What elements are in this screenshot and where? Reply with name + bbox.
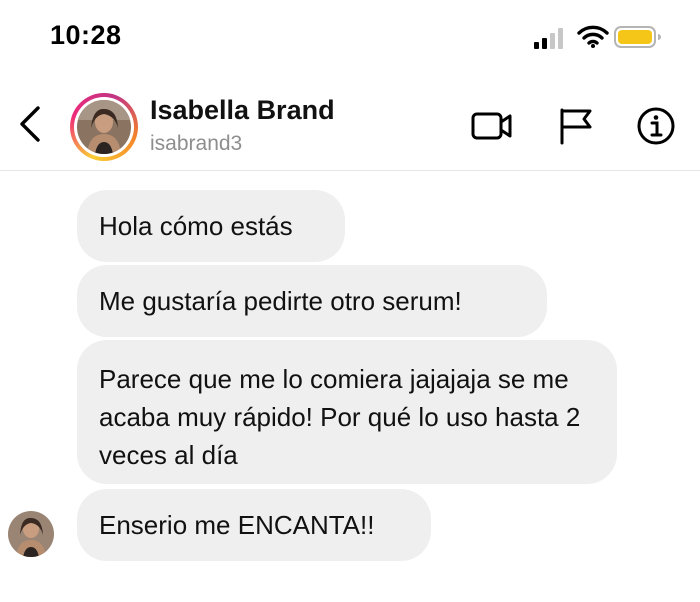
header-divider <box>0 170 700 171</box>
status-bar: 10:28 <box>0 0 700 80</box>
video-call-icon[interactable] <box>470 105 514 147</box>
contact-username[interactable]: isabrand3 <box>150 132 242 156</box>
message-text: Hola cómo estás <box>99 211 293 241</box>
wifi-icon <box>577 25 609 48</box>
contact-avatar[interactable] <box>70 93 138 161</box>
sender-avatar[interactable] <box>8 511 54 557</box>
message-bubble[interactable]: Me gustaría pedirte otro serum! <box>77 265 547 337</box>
message-bubble[interactable]: Parece que me lo comiera jajajaja se me … <box>77 340 617 484</box>
message-text: Me gustaría pedirte otro serum! <box>99 286 462 316</box>
status-time: 10:28 <box>50 20 122 50</box>
flag-icon[interactable] <box>555 105 599 147</box>
message-bubble[interactable]: Hola cómo estás <box>77 190 345 262</box>
avatar-photo <box>77 100 131 154</box>
chat-header: Isabella Brand isabrand3 <box>0 80 700 168</box>
contact-name[interactable]: Isabella Brand <box>150 95 335 126</box>
battery-icon <box>614 26 661 48</box>
message-text: Parece que me lo comiera jajajaja se me … <box>99 364 581 470</box>
message-bubble[interactable]: Enserio me ENCANTA!! <box>77 489 431 561</box>
signal-icon <box>534 28 563 49</box>
back-button[interactable] <box>14 102 48 146</box>
info-icon[interactable] <box>634 105 678 147</box>
message-text: Enserio me ENCANTA!! <box>99 510 375 540</box>
